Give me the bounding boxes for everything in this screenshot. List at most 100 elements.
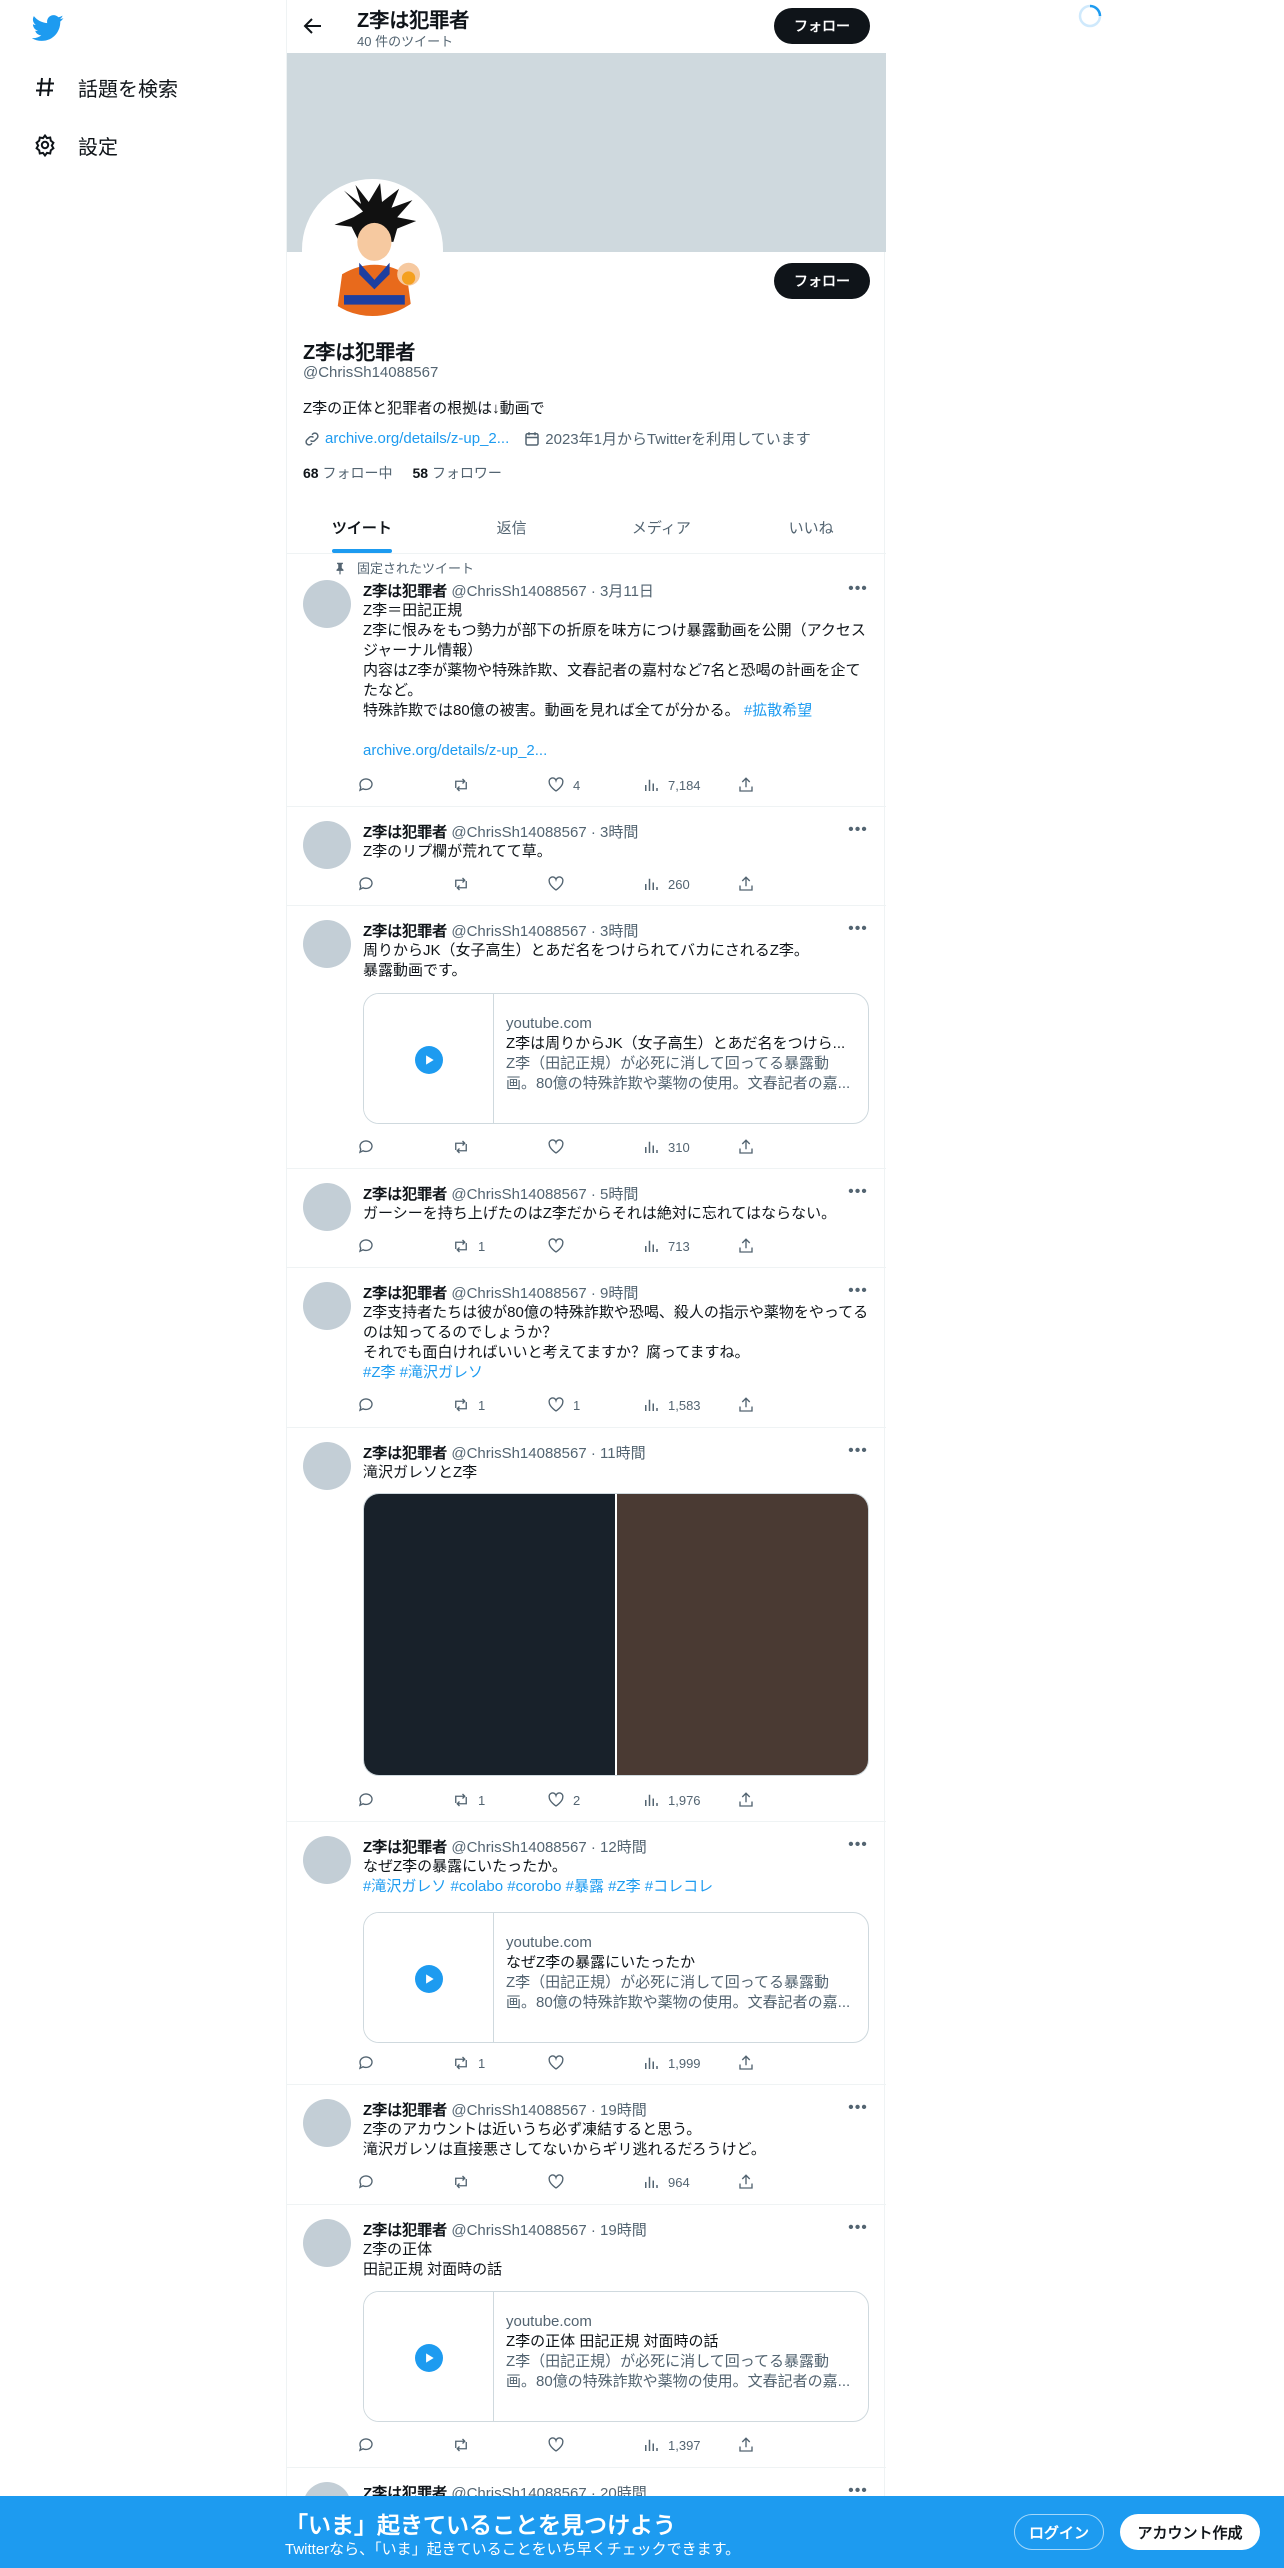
reply-button[interactable] [357, 2435, 417, 2455]
followers-link[interactable]: 58 フォロワー [412, 463, 501, 483]
like-button[interactable]: 4 [547, 775, 607, 795]
reply-button[interactable] [357, 1790, 417, 1810]
retweet-button[interactable]: 1 [452, 1790, 512, 1810]
share-button[interactable] [737, 2172, 797, 2192]
profile-avatar[interactable] [302, 179, 443, 320]
retweet-button[interactable]: 1 [452, 2053, 512, 2073]
tweet-avatar[interactable] [303, 1282, 351, 1330]
tweet-author-handle[interactable]: @ChrisSh14088567 [451, 1445, 586, 1462]
reply-button[interactable] [357, 874, 417, 894]
tweet-item[interactable]: Z李は犯罪者 @ChrisSh14088567 · 3時間 ••• 周りからJK… [287, 906, 886, 1169]
share-button[interactable] [737, 775, 797, 795]
tweet-author-name[interactable]: Z李は犯罪者 [363, 1445, 447, 1462]
more-options-icon[interactable]: ••• [846, 2099, 870, 2119]
views-button[interactable]: 7,184 [642, 775, 702, 795]
more-options-icon[interactable]: ••• [846, 920, 870, 940]
tweet-time[interactable]: 11時間 [600, 1445, 646, 1462]
like-button[interactable] [547, 1236, 607, 1256]
share-button[interactable] [737, 1137, 797, 1157]
tweet-hashtags[interactable]: #滝沢ガレソ #colabo #corobo #暴露 #Z李 #コレコレ [363, 1877, 873, 1897]
tab-likes[interactable]: いいね [736, 501, 886, 553]
tweet-time[interactable]: 19時間 [600, 2222, 647, 2239]
retweet-button[interactable]: 1 [452, 1236, 512, 1256]
share-button[interactable] [737, 1236, 797, 1256]
tab-tweets[interactable]: ツイート [287, 501, 437, 553]
tweet-link[interactable]: archive.org/details/z-up_2... [363, 741, 873, 761]
reply-button[interactable] [357, 1395, 417, 1415]
tweet-item[interactable]: Z李は犯罪者 @ChrisSh14088567 · 12時間 ••• なぜZ李の… [287, 1822, 886, 2085]
tweet-item[interactable]: Z李は犯罪者 @ChrisSh14088567 · 9時間 ••• Z李支持者た… [287, 1268, 886, 1428]
tweet-item[interactable]: Z李は犯罪者 @ChrisSh14088567 · 11時間 ••• 滝沢ガレソ… [287, 1428, 886, 1822]
tab-media[interactable]: メディア [587, 501, 737, 553]
like-button[interactable]: 2 [547, 1790, 607, 1810]
views-button[interactable]: 1,976 [642, 1790, 702, 1810]
following-link[interactable]: 68 フォロー中 [303, 463, 392, 483]
retweet-button[interactable] [452, 874, 512, 894]
tweet-time[interactable]: 3時間 [600, 923, 638, 940]
tweet-author-handle[interactable]: @ChrisSh14088567 [451, 1186, 586, 1203]
reply-button[interactable] [357, 2172, 417, 2192]
tweet-author-name[interactable]: Z李は犯罪者 [363, 1285, 447, 1302]
retweet-button[interactable] [452, 1137, 512, 1157]
tweet-author-handle[interactable]: @ChrisSh14088567 [451, 2222, 586, 2239]
tweet-author-name[interactable]: Z李は犯罪者 [363, 824, 447, 841]
views-button[interactable]: 1,583 [642, 1395, 702, 1415]
tweet-avatar[interactable] [303, 2099, 351, 2147]
more-options-icon[interactable]: ••• [846, 1442, 870, 1462]
retweet-button[interactable]: 1 [452, 1395, 512, 1415]
tweet-avatar[interactable] [303, 2219, 351, 2267]
tweet-author-handle[interactable]: @ChrisSh14088567 [451, 1285, 586, 1302]
signup-button[interactable]: アカウント作成 [1120, 2514, 1260, 2550]
tweet-hashtag[interactable]: #拡散希望 [744, 702, 812, 719]
profile-follow-button[interactable]: フォロー [774, 263, 870, 299]
tweet-item[interactable]: Z李は犯罪者 @ChrisSh14088567 · 19時間 ••• Z李の正体… [287, 2205, 886, 2468]
tweet-time[interactable]: 9時間 [600, 1285, 638, 1302]
tweet-item[interactable]: 固定されたツイート Z李は犯罪者 @ChrisSh14088567 · 3月11… [287, 554, 886, 807]
views-button[interactable]: 713 [642, 1236, 702, 1256]
more-options-icon[interactable]: ••• [846, 821, 870, 841]
more-options-icon[interactable]: ••• [846, 2219, 870, 2239]
reply-button[interactable] [357, 775, 417, 795]
twitter-bird-icon[interactable] [31, 12, 64, 44]
nav-explore[interactable]: 話題を検索 [32, 67, 178, 107]
login-button[interactable]: ログイン [1014, 2514, 1104, 2550]
views-button[interactable]: 260 [642, 874, 702, 894]
tweet-avatar[interactable] [303, 1183, 351, 1231]
link-card[interactable]: youtube.com Z李の正体 田記正規 対面時の話 Z李（田記正規）が必死… [363, 2291, 869, 2422]
views-button[interactable]: 1,397 [642, 2435, 702, 2455]
tweet-avatar[interactable] [303, 580, 351, 628]
views-button[interactable]: 1,999 [642, 2053, 702, 2073]
header-follow-button[interactable]: フォロー [774, 8, 870, 44]
tweet-item[interactable]: Z李は犯罪者 @ChrisSh14088567 · 19時間 ••• Z李のアカ… [287, 2085, 886, 2205]
tweet-time[interactable]: 5時間 [600, 1186, 638, 1203]
nav-settings[interactable]: 設定 [32, 125, 118, 165]
like-button[interactable]: 1 [547, 1395, 607, 1415]
like-button[interactable] [547, 2172, 607, 2192]
share-button[interactable] [737, 874, 797, 894]
link-card[interactable]: youtube.com なぜZ李の暴露にいたったか Z李（田記正規）が必死に消し… [363, 1912, 869, 2043]
reply-button[interactable] [357, 2053, 417, 2073]
more-options-icon[interactable]: ••• [846, 1282, 870, 1302]
tweet-author-name[interactable]: Z李は犯罪者 [363, 1839, 447, 1856]
share-button[interactable] [737, 1395, 797, 1415]
tweet-author-name[interactable]: Z李は犯罪者 [363, 2102, 447, 2119]
tweet-time[interactable]: 3月11日 [600, 583, 654, 600]
tweet-item[interactable]: Z李は犯罪者 @ChrisSh14088567 · 3時間 ••• Z李のリプ欄… [287, 807, 886, 906]
more-options-icon[interactable]: ••• [846, 580, 870, 600]
back-arrow-icon[interactable] [301, 14, 325, 38]
tweet-time[interactable]: 12時間 [600, 1839, 647, 1856]
tweet-author-handle[interactable]: @ChrisSh14088567 [451, 2102, 586, 2119]
tweet-avatar[interactable] [303, 1442, 351, 1490]
views-button[interactable]: 964 [642, 2172, 702, 2192]
like-button[interactable] [547, 1137, 607, 1157]
views-button[interactable]: 310 [642, 1137, 702, 1157]
tweet-author-handle[interactable]: @ChrisSh14088567 [451, 1839, 586, 1856]
tweet-avatar[interactable] [303, 920, 351, 968]
tweet-author-name[interactable]: Z李は犯罪者 [363, 1186, 447, 1203]
tweet-time[interactable]: 3時間 [600, 824, 638, 841]
tweet-author-name[interactable]: Z李は犯罪者 [363, 923, 447, 940]
reply-button[interactable] [357, 1236, 417, 1256]
more-options-icon[interactable]: ••• [846, 1836, 870, 1856]
tweet-author-name[interactable]: Z李は犯罪者 [363, 583, 447, 600]
tweet-time[interactable]: 19時間 [600, 2102, 647, 2119]
